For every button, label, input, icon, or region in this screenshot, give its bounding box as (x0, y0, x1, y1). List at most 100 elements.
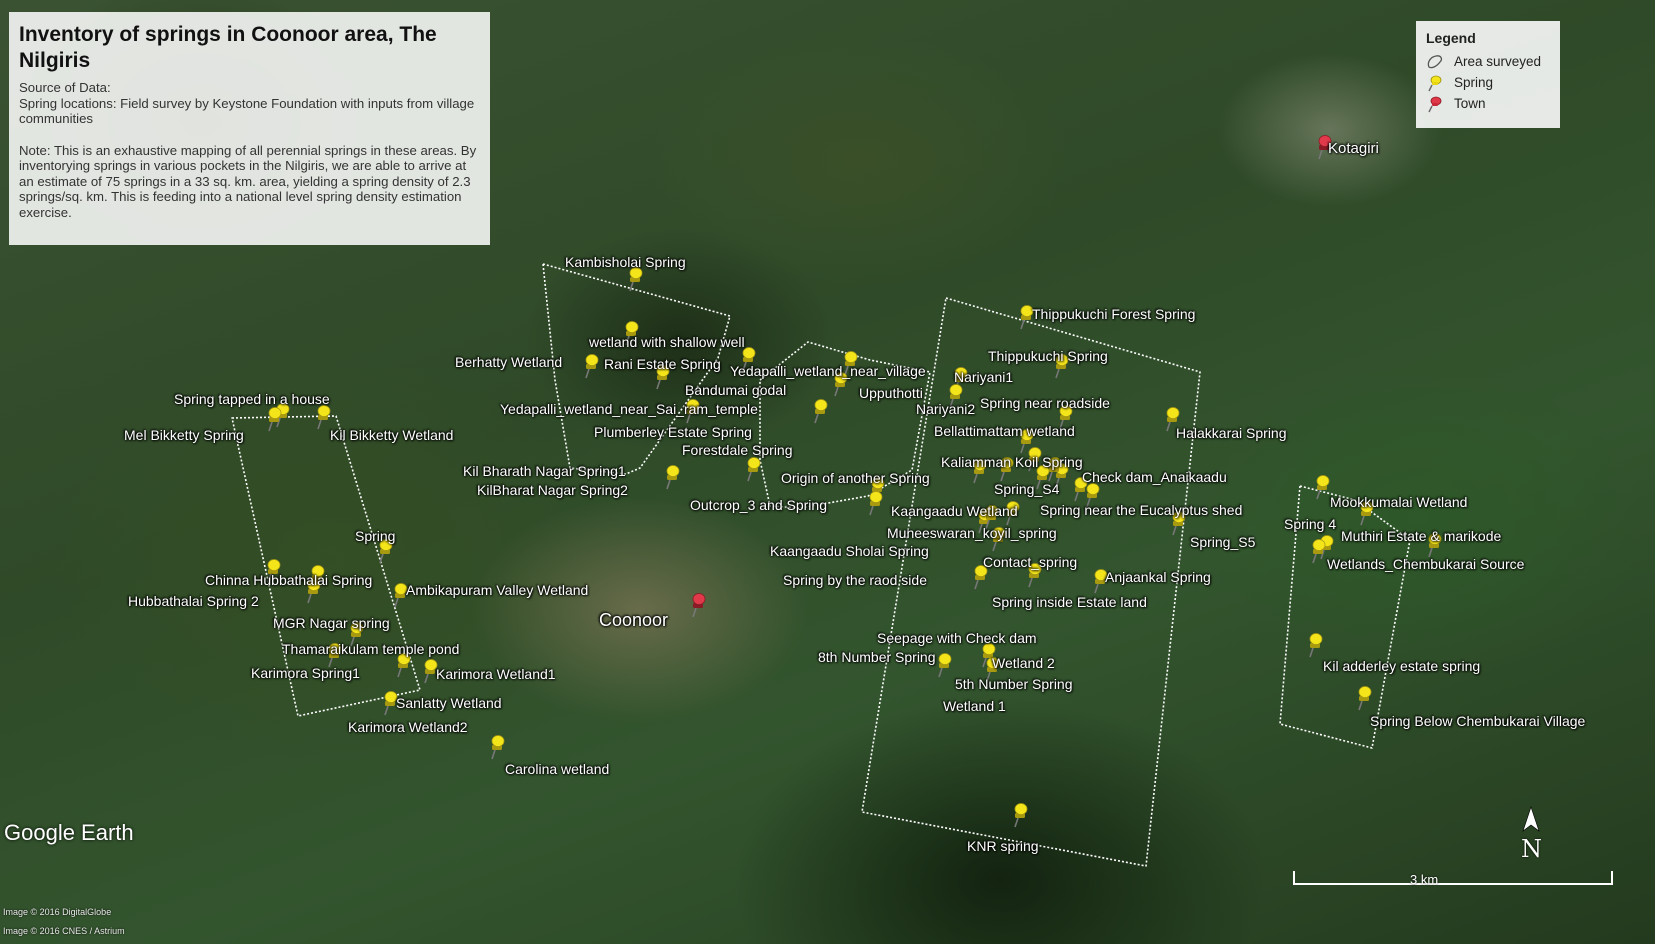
legend-panel: Legend Area surveyed Spring Town (1416, 21, 1560, 128)
info-panel: Inventory of springs in Coonoor area, Th… (9, 12, 490, 245)
spring-label[interactable]: Kil adderley estate spring (1323, 658, 1480, 674)
spring-pin-icon[interactable] (666, 465, 680, 490)
spring-label[interactable]: Halakkarai Spring (1176, 425, 1287, 441)
spring-label[interactable]: Spring_S5 (1190, 534, 1255, 550)
spring-label[interactable]: Spring_S4 (994, 481, 1059, 497)
spring-pin-icon[interactable] (1014, 803, 1028, 828)
spring-label[interactable]: Carolina wetland (505, 761, 609, 777)
spring-label[interactable]: Berhatty Wetland (455, 354, 562, 370)
spring-label[interactable]: Forestdale Spring (682, 442, 793, 458)
note-text: Note: This is an exhaustive mapping of a… (19, 142, 477, 220)
spring-label[interactable]: Karimora Wetland2 (348, 719, 468, 735)
legend-label-area: Area surveyed (1454, 54, 1542, 69)
spring-label[interactable]: Spring Below Chembukarai Village (1370, 713, 1585, 729)
town-pin-coonoor-icon[interactable] (692, 593, 706, 618)
spring-label[interactable]: Outcrop_3 and Spring (690, 497, 827, 513)
spring-label[interactable]: Plumberley Estate Spring (594, 424, 752, 440)
spring-label[interactable]: Karimora Wetland1 (436, 666, 556, 682)
spring-label[interactable]: Kil Bikketty Wetland (330, 427, 453, 443)
spring-label[interactable]: Kaliamman Koil Spring (941, 454, 1083, 470)
spring-pin-icon[interactable] (814, 399, 828, 424)
spring-label[interactable]: Nariyani1 (954, 369, 1013, 385)
spring-pin-icon[interactable] (629, 267, 643, 292)
spring-pin-icon[interactable] (585, 354, 599, 379)
spring-label[interactable]: Yedapalli_wetland_near_village (730, 363, 926, 379)
spring-label[interactable]: Thamaraikulam temple pond (282, 641, 459, 657)
spring-label[interactable]: Seepage with Check dam (877, 630, 1037, 646)
spring-label[interactable]: Spring 4 (1284, 516, 1336, 532)
spring-label[interactable]: Kil Bharath Nagar Spring1 (463, 463, 626, 479)
spring-label[interactable]: Spring inside Estate land (992, 594, 1147, 610)
spring-label[interactable]: Check dam_Anaikaadu (1082, 469, 1227, 485)
spring-label[interactable]: Wetland 2 (992, 655, 1055, 671)
imagery-credit-1: Image © 2016 DigitalGlobe (3, 907, 112, 917)
legend-item-town: Town (1426, 93, 1550, 114)
spring-label[interactable]: Bandumai godal (685, 382, 786, 398)
spring-label[interactable]: Yedapalli_wetland_near_Sai_ram_temple (500, 401, 758, 417)
spring-label[interactable]: Contact_spring (983, 554, 1077, 570)
map-title: Inventory of springs in Coonoor area, Th… (19, 23, 437, 72)
town-label-coonoor[interactable]: Coonoor (599, 610, 668, 630)
spring-label[interactable]: Mel Bikketty Spring (124, 427, 244, 443)
google-earth-logo: Google Earth (4, 820, 134, 845)
spring-label[interactable]: Muneeswaran_koyil_spring (887, 525, 1057, 541)
legend-label-spring: Spring (1454, 75, 1494, 90)
spring-pin-icon[interactable] (397, 653, 411, 678)
spring-label[interactable]: MGR Nagar spring (273, 615, 390, 631)
spring-label[interactable]: Thippukuchi Forest Spring (1032, 306, 1195, 322)
spring-label[interactable]: Hubbathalai Spring 2 (128, 593, 259, 609)
legend-heading: Legend (1426, 30, 1476, 46)
spring-label[interactable]: Mookkumalai Wetland (1330, 494, 1467, 510)
spring-label[interactable]: 5th Number Spring (955, 676, 1073, 692)
spring-label[interactable]: Anjaankal Spring (1105, 569, 1211, 585)
spring-pin-icon[interactable] (938, 653, 952, 678)
area-outline-icon (1427, 54, 1443, 68)
north-label: N (1521, 835, 1542, 863)
spring-label[interactable]: Wetland 1 (943, 698, 1006, 714)
spring-label[interactable]: Spring near the Eucalyptus shed (1040, 502, 1242, 518)
spring-label[interactable]: Karimora Spring1 (251, 665, 360, 681)
spring-label[interactable]: Kaangaadu Wetland (891, 503, 1018, 519)
spring-pin-icon[interactable] (1316, 475, 1330, 500)
spring-label[interactable]: Rani Estate Spring (604, 356, 721, 372)
spring-label[interactable]: Thippukuchi Spring (988, 348, 1108, 364)
spring-label[interactable]: Upputhotti (859, 385, 923, 401)
spring-label[interactable]: Ambikapuram Valley Wetland (406, 582, 588, 598)
spring-pin-icon[interactable] (317, 405, 331, 430)
spring-label[interactable]: Nariyani2 (916, 401, 975, 417)
spring-label[interactable]: Kaangaadu Sholai Spring (770, 543, 929, 559)
source-text: Spring locations: Field survey by Keysto… (19, 95, 475, 127)
spring-label[interactable]: wetland with shallow well (589, 334, 745, 350)
spring-label[interactable]: Kambisholai Spring (565, 254, 686, 270)
spring-pin-icon[interactable] (747, 457, 761, 482)
spring-pin-icon[interactable] (491, 735, 505, 760)
spring-label[interactable]: Chinna Hubbathalai Spring (205, 572, 372, 588)
spring-label[interactable]: Wetlands_Chembukarai Source (1327, 556, 1524, 572)
scale-bar (1293, 871, 1613, 885)
spring-label[interactable]: Spring near roadside (980, 395, 1110, 411)
spring-label[interactable]: Muthiri Estate & marikode (1341, 528, 1501, 544)
yellow-pushpin-icon (1428, 75, 1442, 91)
spring-label[interactable]: Bellattimattam wetland (934, 423, 1075, 439)
north-arrow: N (1518, 805, 1544, 865)
red-pushpin-icon (1428, 96, 1442, 112)
spring-label[interactable]: KilBharat Nagar Spring2 (477, 482, 628, 498)
source-heading: Source of Data: (19, 80, 111, 95)
spring-label[interactable]: Spring by the raod side (783, 572, 927, 588)
spring-label[interactable]: Spring tapped in a house (174, 391, 330, 407)
imagery-credit-2: Image © 2016 CNES / Astrium (3, 926, 125, 936)
spring-label[interactable]: Origin of another Spring (781, 470, 930, 486)
town-label-kotagiri[interactable]: Kotagiri (1328, 141, 1379, 157)
spring-pin-icon[interactable] (1358, 686, 1372, 711)
legend-label-town: Town (1454, 96, 1486, 111)
north-arrow-icon (1522, 806, 1540, 832)
legend-item-spring: Spring (1426, 72, 1550, 93)
spring-pin-icon[interactable] (1309, 633, 1323, 658)
spring-label[interactable]: Spring (355, 528, 395, 544)
spring-label[interactable]: 8th Number Spring (818, 649, 936, 665)
scale-label: 3 km (1410, 872, 1439, 887)
spring-pin-icon[interactable] (869, 491, 883, 516)
spring-label[interactable]: KNR spring (967, 838, 1039, 854)
spring-label[interactable]: Sanlatty Wetland (396, 695, 502, 711)
legend-item-area: Area surveyed (1426, 51, 1550, 72)
